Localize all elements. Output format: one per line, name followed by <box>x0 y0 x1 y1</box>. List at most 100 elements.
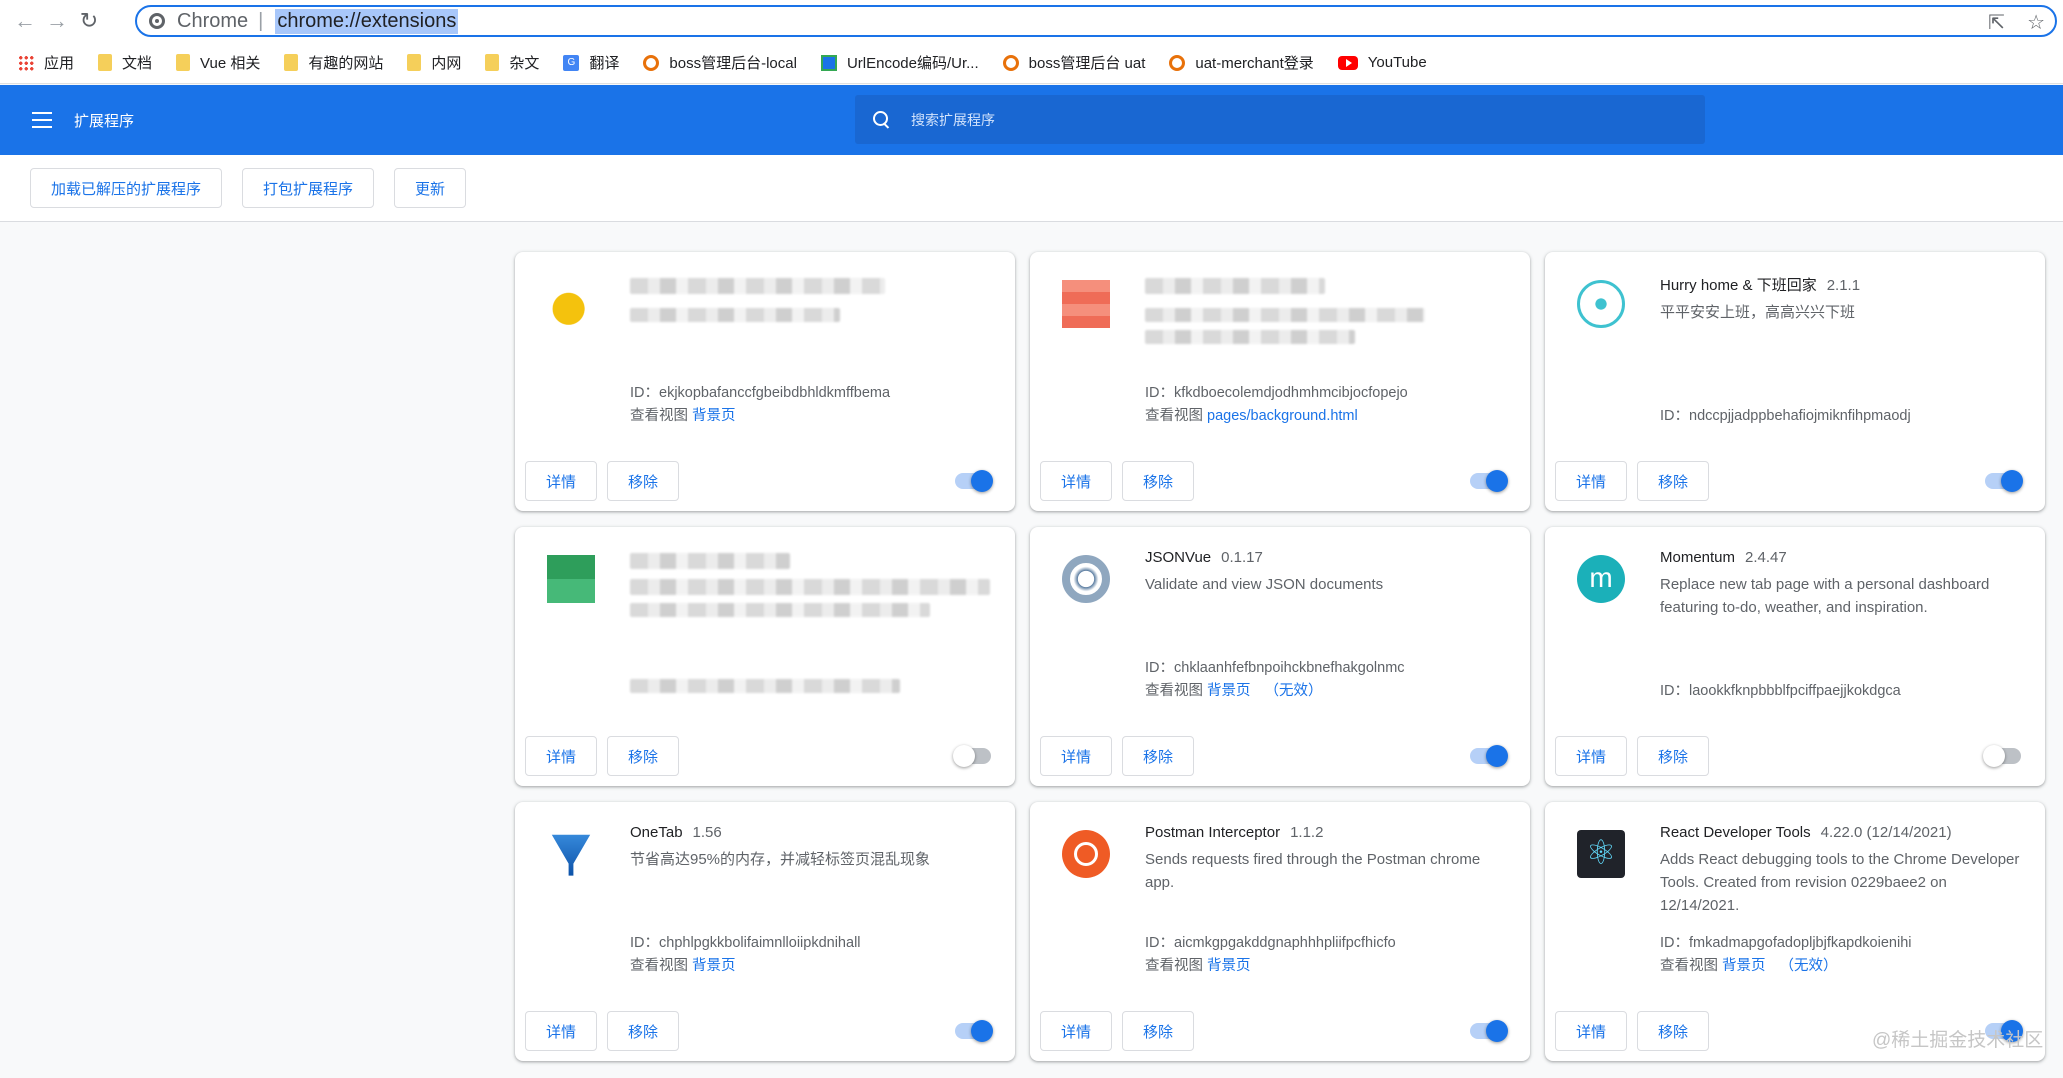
extension-version: 0.1.17 <box>1221 549 1263 566</box>
extension-id: chphlpgkkbolifaimnlloiipkdnihall <box>659 935 861 951</box>
details-button[interactable]: 详情 <box>1040 1011 1113 1051</box>
update-button[interactable]: 更新 <box>394 168 467 208</box>
remove-button[interactable]: 移除 <box>1122 461 1195 501</box>
inspect-view-link[interactable]: 背景页 <box>1207 683 1251 699</box>
details-button[interactable]: 详情 <box>1555 461 1628 501</box>
react-icon: ⚛ <box>1577 830 1625 878</box>
pack-extension-button[interactable]: 打包扩展程序 <box>242 168 375 208</box>
url-text[interactable]: chrome://extensions <box>275 8 459 34</box>
extension-name: JSONVue <box>1145 549 1212 566</box>
details-button[interactable]: 详情 <box>1040 736 1113 776</box>
extension-version: 1.1.2 <box>1290 824 1324 841</box>
remove-button[interactable]: 移除 <box>1637 1011 1710 1051</box>
enable-toggle[interactable] <box>1470 745 1508 767</box>
enable-toggle[interactable] <box>955 1020 993 1042</box>
extension-description: Adds React debugging tools to the Chrome… <box>1660 851 2020 914</box>
remove-button[interactable]: 移除 <box>1637 461 1710 501</box>
inspect-view-link[interactable]: 背景页 <box>1207 958 1251 974</box>
search-icon <box>873 110 891 129</box>
extension-card: 详情 移除 <box>515 527 1015 786</box>
bookmark-item[interactable]: G 翻译 <box>563 52 619 73</box>
inactive-label: （无效） <box>1264 683 1323 699</box>
reload-icon[interactable]: ↻ <box>74 6 104 36</box>
page-title: 扩展程序 <box>74 112 135 130</box>
extension-meta: ID：laookkfknpbbblfpciffpaejjkokdgca <box>1660 683 1901 699</box>
bookmark-item[interactable]: 杂文 <box>485 52 539 73</box>
details-button[interactable]: 详情 <box>525 1011 598 1051</box>
details-button[interactable]: 详情 <box>1555 736 1628 776</box>
bookmark-item[interactable]: Vue 相关 <box>176 52 260 73</box>
green-tile-icon <box>547 555 595 603</box>
clock-icon <box>1577 280 1625 328</box>
remove-button[interactable]: 移除 <box>607 1011 680 1051</box>
remove-button[interactable]: 移除 <box>1122 736 1195 776</box>
folder-icon <box>284 54 299 71</box>
urlencode-icon <box>820 54 837 71</box>
inspect-view-link[interactable]: 背景页 <box>692 408 736 424</box>
inspect-view-link[interactable]: pages/background.html <box>1207 408 1358 424</box>
extension-name: Postman Interceptor <box>1145 824 1281 841</box>
details-button[interactable]: 详情 <box>1555 1011 1628 1051</box>
back-arrow-icon[interactable]: ← <box>10 6 40 36</box>
postman-icon <box>1062 830 1110 878</box>
details-button[interactable]: 详情 <box>525 461 598 501</box>
remove-button[interactable]: 移除 <box>607 461 680 501</box>
site-info[interactable]: Chrome <box>137 10 248 33</box>
enable-toggle[interactable] <box>1470 1020 1508 1042</box>
extensions-header: 扩展程序 <box>0 85 2063 155</box>
search-input[interactable] <box>911 111 1611 128</box>
extension-id: kfkdboecolemdjodhmhmcibjocfopejo <box>1174 385 1408 401</box>
extension-version: 4.22.0 (12/14/2021) <box>1820 824 1952 841</box>
browser-toolbar: ← → ↻ Chrome | chrome://extensions ⇱ ☆ <box>0 0 2063 42</box>
extension-card: OneTab 1.56 节省高达95%的内存，并减轻标签页混乱现象 ID：chph… <box>515 802 1015 1061</box>
blurred-description <box>630 308 840 322</box>
enable-toggle[interactable] <box>953 745 991 767</box>
extension-name: OneTab <box>630 824 683 841</box>
remove-button[interactable]: 移除 <box>1637 736 1710 776</box>
bookmark-item[interactable]: UrlEncode编码/Ur... <box>820 52 979 73</box>
enable-toggle[interactable] <box>955 470 993 492</box>
extension-description: Sends requests fired through the Postman… <box>1145 851 1481 891</box>
extension-card: JSONVue 0.1.17 Validate and view JSON doc… <box>1030 527 1530 786</box>
inspect-view-link[interactable]: 背景页 <box>692 958 736 974</box>
site-label: Chrome <box>177 9 249 32</box>
bookmark-item[interactable]: 文档 <box>98 52 152 73</box>
bookmark-item[interactable]: YouTube <box>1337 54 1427 71</box>
load-unpacked-button[interactable]: 加载已解压的扩展程序 <box>30 168 223 208</box>
details-button[interactable]: 详情 <box>1040 461 1113 501</box>
hamburger-menu-icon[interactable] <box>32 112 52 128</box>
details-button[interactable]: 详情 <box>525 736 598 776</box>
blurred-description <box>1145 308 1425 322</box>
bookmark-item[interactable]: 应用 <box>18 52 74 73</box>
folder-icon <box>407 54 422 71</box>
enable-toggle[interactable] <box>1983 745 2021 767</box>
youtube-icon <box>1337 55 1358 70</box>
extension-meta: ID：aicmkgpgakddgnaphhhpliifpcfhicfo 查看视图… <box>1145 935 1396 974</box>
bookmark-item[interactable]: 内网 <box>407 52 461 73</box>
extension-name: Momentum <box>1660 549 1736 566</box>
extension-version: 2.1.1 <box>1826 277 1861 294</box>
forward-arrow-icon[interactable]: → <box>42 6 72 36</box>
enable-toggle[interactable] <box>1470 470 1508 492</box>
share-icon[interactable]: ⇱ <box>1988 10 2005 35</box>
address-bar[interactable]: Chrome | chrome://extensions ⇱ ☆ <box>135 5 2057 37</box>
extension-version: 2.4.47 <box>1745 549 1787 566</box>
boss-icon <box>1169 54 1186 71</box>
extension-card: Postman Interceptor 1.1.2 Sends requests … <box>1030 802 1530 1061</box>
search-box[interactable] <box>855 95 1705 144</box>
bookmark-item[interactable]: uat-merchant登录 <box>1169 52 1314 73</box>
extension-id: fmkadmapgofadopljbjfkapdkoienihi <box>1689 935 1912 951</box>
extension-card: ID：kfkdboecolemdjodhmhmcibjocfopejo 查看视图… <box>1030 252 1530 511</box>
inspect-view-link[interactable]: 背景页 <box>1722 958 1766 974</box>
extension-id: chklaanhfefbnpoihckbnefhakgolnmc <box>1174 660 1405 676</box>
bookmark-star-icon[interactable]: ☆ <box>2027 10 2045 35</box>
remove-button[interactable]: 移除 <box>1122 1011 1195 1051</box>
enable-toggle[interactable] <box>1985 470 2023 492</box>
bookmark-item[interactable]: 有趣的网站 <box>284 52 383 73</box>
bookmark-item[interactable]: boss管理后台 uat <box>1002 52 1145 73</box>
remove-button[interactable]: 移除 <box>607 736 680 776</box>
extension-info: OneTab 1.56 节省高达95%的内存，并减轻标签页混乱现象 <box>630 824 991 871</box>
bookmark-item[interactable]: boss管理后台-local <box>643 52 797 73</box>
red-tile-icon <box>1062 280 1110 328</box>
extension-description: Replace new tab page with a personal das… <box>1660 576 1990 616</box>
